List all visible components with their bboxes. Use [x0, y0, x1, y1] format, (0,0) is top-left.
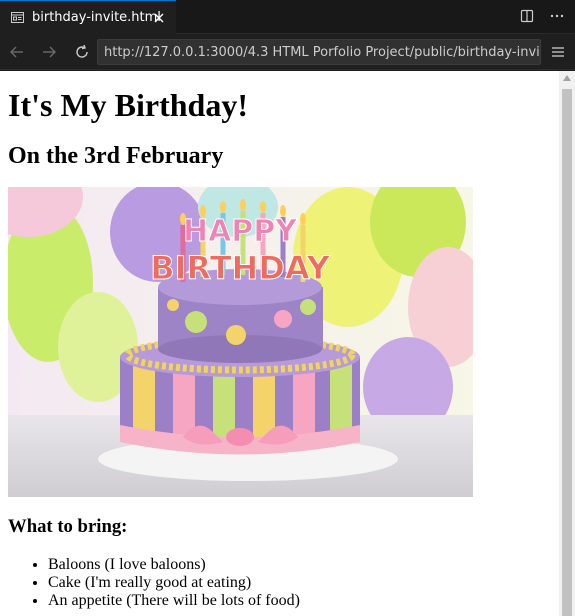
arrow-right-icon[interactable] [40, 43, 58, 61]
svg-text:BIRTHDAY: BIRTHDAY [150, 249, 330, 287]
preview-icon [11, 12, 24, 23]
cake-image: HAPPY BIRTHDAY [8, 187, 473, 497]
list-item: Cake (I'm really good at eating) [48, 574, 551, 592]
split-editor-icon[interactable] [519, 8, 535, 24]
list-item: Baloons (I love baloons) [48, 556, 551, 574]
menu-icon[interactable] [550, 44, 566, 60]
bring-heading: What to bring: [8, 516, 128, 537]
scrollbar-thumb[interactable] [562, 89, 572, 616]
reload-icon[interactable] [73, 43, 91, 61]
browser-nav-bar: http://127.0.0.1:3000/4.3 HTML Porfolio … [0, 34, 575, 70]
url-text: http://127.0.0.1:3000/4.3 HTML Porfolio … [104, 45, 541, 60]
bring-list: Baloons (I love baloons) Cake (I'm reall… [8, 556, 551, 610]
tab-title: birthday-invite.html [32, 10, 161, 25]
editor-actions [519, 8, 565, 24]
scroll-up-arrow-icon[interactable] [563, 75, 571, 81]
arrow-left-icon[interactable] [8, 43, 26, 61]
more-icon[interactable] [549, 8, 565, 24]
tab-bar: birthday-invite.html [0, 0, 575, 34]
editor-tab[interactable]: birthday-invite.html [0, 0, 176, 34]
page-content: It's My Birthday! On the 3rd February HA… [0, 71, 559, 610]
page-viewport: It's My Birthday! On the 3rd February HA… [0, 71, 559, 616]
list-item: An appetite (There will be lots of food) [48, 592, 551, 610]
close-icon[interactable] [152, 11, 166, 25]
date-heading: On the 3rd February [8, 143, 224, 169]
page-title: It's My Birthday! [8, 87, 248, 123]
svg-text:HAPPY: HAPPY [183, 214, 298, 249]
url-input[interactable]: http://127.0.0.1:3000/4.3 HTML Porfolio … [97, 39, 541, 65]
vertical-scrollbar[interactable] [559, 71, 575, 616]
